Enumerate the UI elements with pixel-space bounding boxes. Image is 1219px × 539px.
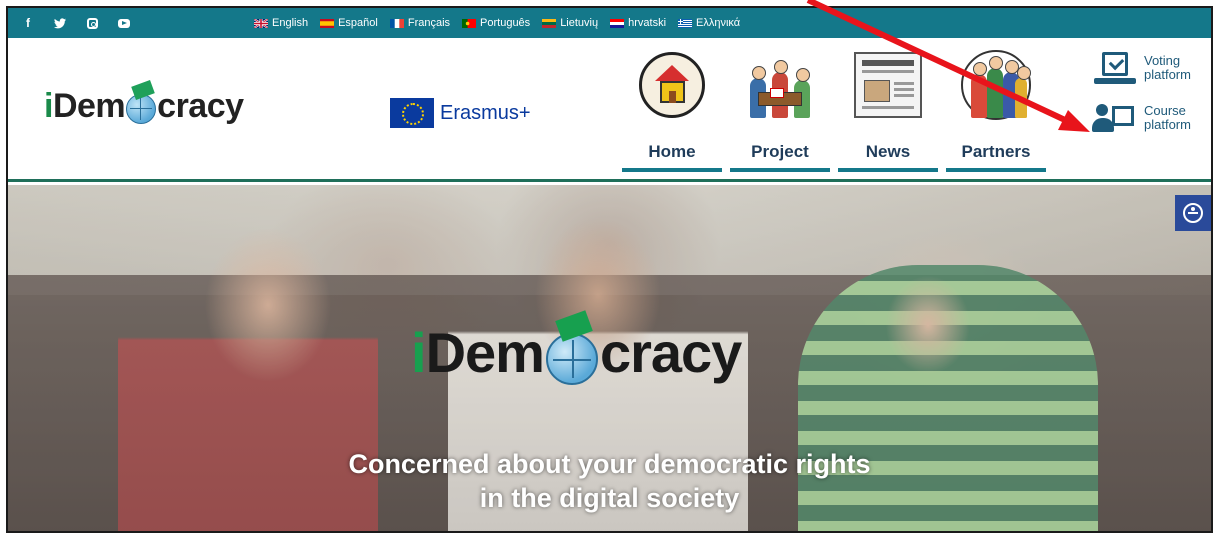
- france-flag-icon: [389, 18, 404, 28]
- lang-francais[interactable]: Français: [389, 17, 451, 29]
- lang-espanol[interactable]: Español: [320, 17, 378, 29]
- nav-project[interactable]: Project: [730, 48, 830, 172]
- newspaper-icon: [851, 48, 925, 122]
- accessibility-icon: [1183, 203, 1203, 223]
- lang-label: hrvatski: [628, 17, 667, 29]
- nav-label: Project: [751, 142, 809, 161]
- course-platform-label: Course platform: [1144, 104, 1191, 132]
- course-platform-link[interactable]: Course platform: [1092, 100, 1191, 136]
- instagram-icon[interactable]: [86, 17, 98, 29]
- youtube-icon[interactable]: [118, 17, 130, 29]
- twitter-icon[interactable]: [54, 17, 66, 29]
- nav-underline: [838, 168, 938, 172]
- eu-flag-icon: [390, 98, 434, 128]
- nav-underline: [730, 168, 830, 172]
- lang-label: Français: [407, 17, 451, 29]
- hero-logo-cracy: cracy: [599, 321, 742, 384]
- site-header: i Dem cracy Erasmus+ Home Project News P…: [8, 38, 1211, 182]
- hero-logo-i: i: [411, 321, 427, 384]
- nav-label: News: [865, 142, 911, 161]
- logo-cracy: cracy: [157, 86, 244, 125]
- voting-platform-label: Voting platform: [1144, 54, 1191, 82]
- link-line1: Course: [1144, 103, 1186, 118]
- lang-lietuviu[interactable]: Lietuvių: [542, 17, 598, 29]
- logo-i: i: [44, 86, 53, 125]
- portugal-flag-icon: [462, 18, 477, 28]
- lang-label: Português: [480, 17, 531, 29]
- nav-underline: [946, 168, 1046, 172]
- croatia-flag-icon: [610, 18, 625, 28]
- lang-label: English: [272, 17, 309, 29]
- hero-logo: i Dem cracy: [411, 309, 742, 385]
- ballot-icon: [131, 80, 155, 100]
- tagline-line2: in the digital society: [479, 483, 740, 513]
- nav-home[interactable]: Home: [622, 48, 722, 172]
- erasmus-label: Erasmus+: [440, 101, 531, 124]
- globe-icon: [126, 80, 157, 124]
- tagline-line1: Concerned about your democratic rights: [348, 449, 871, 479]
- lang-label: Español: [338, 17, 378, 29]
- main-nav: Home Project News Partners: [622, 48, 1046, 172]
- link-line2: platform: [1144, 117, 1191, 132]
- erasmus-logo: Erasmus+: [390, 98, 531, 128]
- lang-portugues[interactable]: Português: [462, 17, 530, 29]
- nav-label: Partners: [961, 142, 1031, 161]
- lang-label: Lietuvių: [560, 17, 599, 29]
- globe-icon: [545, 309, 598, 385]
- browser-frame: f English Español Français Português Lie…: [6, 6, 1213, 533]
- voting-icon: [1092, 50, 1136, 86]
- lang-hrvatski[interactable]: hrvatski: [610, 17, 666, 29]
- voting-platform-link[interactable]: Voting platform: [1092, 50, 1191, 86]
- greece-flag-icon: [678, 18, 693, 28]
- top-bar: f English Español Français Português Lie…: [8, 8, 1211, 38]
- lang-ellinika[interactable]: Ελληνικά: [678, 17, 740, 29]
- meeting-icon: [743, 48, 817, 122]
- social-links: f: [8, 16, 130, 30]
- lithuania-flag-icon: [542, 18, 557, 28]
- site-logo[interactable]: i Dem cracy: [44, 80, 244, 126]
- hero-logo-dem: Dem: [425, 321, 545, 384]
- uk-flag-icon: [254, 18, 268, 28]
- nav-label: Home: [648, 142, 696, 161]
- link-line2: platform: [1144, 67, 1191, 82]
- nav-news[interactable]: News: [838, 48, 938, 172]
- nav-partners[interactable]: Partners: [946, 48, 1046, 172]
- lang-label: Ελληνικά: [696, 17, 741, 29]
- hero-tagline: Concerned about your democratic rights i…: [8, 447, 1211, 515]
- logo-dem: Dem: [52, 86, 126, 125]
- link-line1: Voting: [1144, 53, 1181, 68]
- hero-banner: i Dem cracy Concerned about your democra…: [8, 185, 1211, 531]
- accessibility-button[interactable]: [1175, 195, 1211, 231]
- group-icon: [959, 48, 1033, 122]
- language-switcher: English Español Français Português Lietu…: [254, 8, 740, 38]
- nav-underline: [622, 168, 722, 172]
- lang-english[interactable]: English: [254, 17, 308, 29]
- platform-links: Voting platform Course platform: [1092, 50, 1191, 136]
- course-icon: [1092, 100, 1136, 136]
- spain-flag-icon: [320, 18, 335, 28]
- facebook-icon[interactable]: f: [22, 16, 34, 30]
- house-icon: [635, 48, 709, 122]
